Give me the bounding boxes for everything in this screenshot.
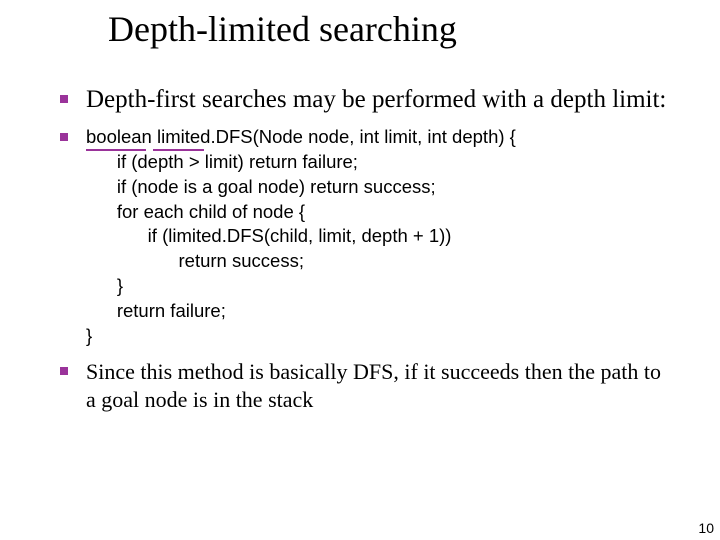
- tail-text: Since this method is basically DFS, if i…: [86, 358, 670, 413]
- lead-text: Depth-first searches may be performed wi…: [86, 84, 666, 115]
- page-number: 10: [698, 520, 714, 536]
- bullet-tail: Since this method is basically DFS, if i…: [60, 358, 670, 413]
- square-bullet-icon: [60, 133, 68, 141]
- square-bullet-icon: [60, 367, 68, 375]
- square-bullet-icon: [60, 95, 68, 103]
- code-block: boolean limited.DFS(Node node, int limit…: [86, 125, 516, 348]
- slide-title: Depth-limited searching: [108, 8, 457, 50]
- bullet-lead: Depth-first searches may be performed wi…: [60, 84, 670, 115]
- bullet-code: boolean limited.DFS(Node node, int limit…: [60, 125, 670, 348]
- slide-body: Depth-first searches may be performed wi…: [60, 84, 670, 423]
